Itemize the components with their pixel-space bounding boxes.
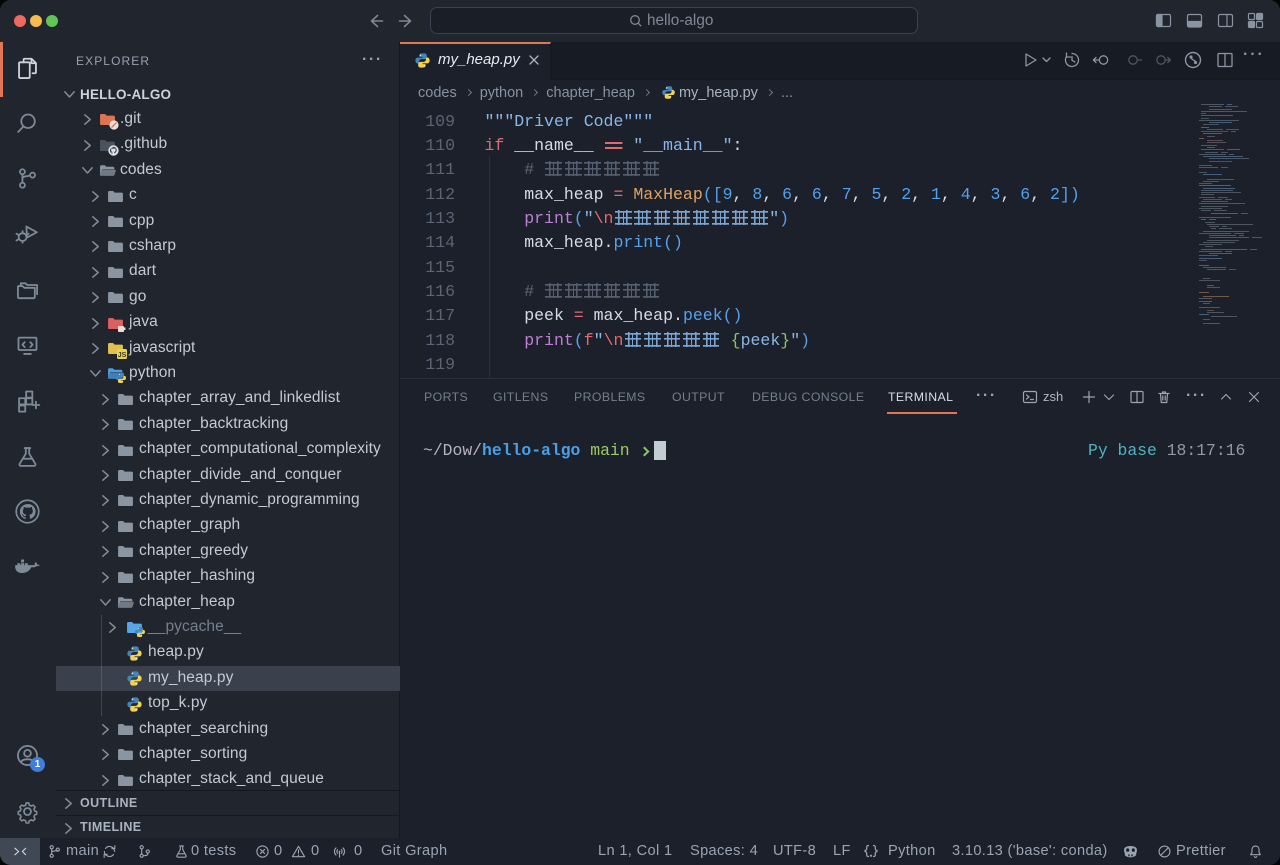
svg-text:JS: JS xyxy=(118,352,127,359)
